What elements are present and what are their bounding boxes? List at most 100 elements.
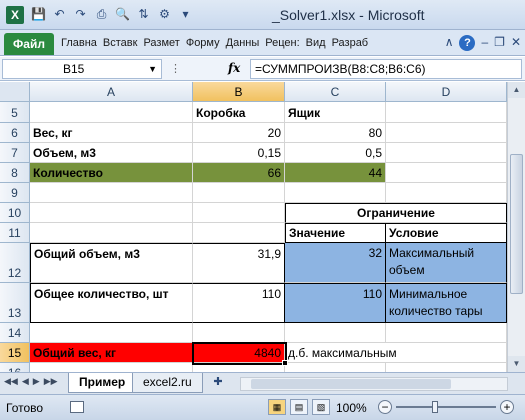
cell-b16[interactable]: [193, 363, 285, 372]
cell-c10-merged[interactable]: Ограничение: [285, 203, 507, 223]
cell-a5[interactable]: [30, 102, 193, 123]
page-break-view-icon[interactable]: ▧: [312, 399, 330, 415]
cell-b12[interactable]: 31,9: [193, 243, 285, 283]
cell-d8[interactable]: [386, 163, 507, 183]
insert-sheet-icon[interactable]: ✚: [208, 375, 228, 391]
cell-d5[interactable]: [386, 102, 507, 123]
row-header-7[interactable]: 7: [0, 143, 30, 163]
fill-handle[interactable]: [282, 360, 288, 366]
row-header-12[interactable]: 12: [0, 243, 30, 283]
excel-app-icon[interactable]: X: [6, 6, 24, 24]
print-icon[interactable]: ⎙: [93, 6, 110, 23]
cell-a10[interactable]: [30, 203, 193, 223]
cell-a16[interactable]: [30, 363, 193, 372]
cell-d13[interactable]: Минимальное количество тары: [386, 283, 507, 323]
cell-a6[interactable]: Вес, кг: [30, 123, 193, 143]
tab-home[interactable]: Главна: [58, 37, 100, 49]
save-icon[interactable]: 💾: [30, 6, 47, 23]
row-header-8[interactable]: 8: [0, 163, 30, 183]
row-header-9[interactable]: 9: [0, 183, 30, 203]
zoom-in-icon[interactable]: +: [500, 400, 514, 414]
options-icon[interactable]: ⚙: [156, 6, 173, 23]
name-box[interactable]: B15 ▼: [2, 59, 162, 79]
cell-b10[interactable]: [193, 203, 285, 223]
cell-d14[interactable]: [386, 323, 507, 343]
page-layout-view-icon[interactable]: ▤: [290, 399, 308, 415]
cell-c6[interactable]: 80: [285, 123, 386, 143]
horizontal-scroll-thumb[interactable]: [251, 379, 451, 389]
column-header-b[interactable]: B: [193, 82, 285, 102]
chevron-down-icon[interactable]: ▼: [148, 60, 157, 78]
prev-sheet-icon[interactable]: ◀: [22, 376, 29, 387]
horizontal-scrollbar[interactable]: [240, 377, 508, 391]
qat-dropdown-icon[interactable]: ▾: [177, 6, 194, 23]
column-header-a[interactable]: A: [30, 82, 193, 102]
cell-c9[interactable]: [285, 183, 386, 203]
cell-b7[interactable]: 0,15: [193, 143, 285, 163]
column-header-c[interactable]: C: [285, 82, 386, 102]
tab-data[interactable]: Данны: [223, 37, 263, 49]
cell-d15[interactable]: [386, 343, 507, 363]
cell-c7[interactable]: 0,5: [285, 143, 386, 163]
cell-b11[interactable]: [193, 223, 285, 243]
minimize-ribbon-icon[interactable]: ∧: [445, 35, 454, 51]
cell-c15[interactable]: д.б. максимальным: [285, 343, 397, 363]
row-header-11[interactable]: 11: [0, 223, 30, 243]
row-header-15[interactable]: 15: [0, 343, 30, 363]
cell-a11[interactable]: [30, 223, 193, 243]
insert-function-icon[interactable]: fx: [228, 61, 240, 75]
window-close-icon[interactable]: ✕: [511, 35, 521, 51]
cell-a8[interactable]: Количество: [30, 163, 193, 183]
sheet-tab-excel2[interactable]: excel2.ru: [132, 373, 203, 393]
cell-c13[interactable]: 110: [285, 283, 386, 323]
zoom-slider-knob[interactable]: [432, 401, 438, 413]
zoom-level[interactable]: 100%: [336, 401, 367, 415]
cell-b13[interactable]: 110: [193, 283, 285, 323]
tab-review[interactable]: Рецен:: [262, 37, 302, 49]
zoom-out-icon[interactable]: −: [378, 400, 392, 414]
help-icon[interactable]: ?: [459, 35, 476, 51]
tab-developer[interactable]: Разраб: [329, 37, 372, 49]
cell-b8[interactable]: 66: [193, 163, 285, 183]
scroll-up-icon[interactable]: ▲: [508, 82, 525, 98]
cell-b9[interactable]: [193, 183, 285, 203]
normal-view-icon[interactable]: ▦: [268, 399, 286, 415]
cell-d16[interactable]: [386, 363, 507, 372]
cell-d11[interactable]: Условие: [386, 223, 507, 243]
tab-file[interactable]: Файл: [4, 33, 54, 55]
cell-c8[interactable]: 44: [285, 163, 386, 183]
scroll-down-icon[interactable]: ▼: [508, 356, 525, 372]
undo-icon[interactable]: ↶: [51, 6, 68, 23]
cell-a14[interactable]: [30, 323, 193, 343]
row-header-6[interactable]: 6: [0, 123, 30, 143]
row-header-10[interactable]: 10: [0, 203, 30, 223]
last-sheet-icon[interactable]: ▶▶: [44, 376, 58, 387]
row-header-5[interactable]: 5: [0, 102, 30, 123]
worksheet-grid[interactable]: A B C D 5 6 7 8 9 10 11 12 13 14 15 16 К…: [0, 82, 507, 372]
vertical-scroll-thumb[interactable]: [510, 154, 523, 294]
select-all-corner[interactable]: [0, 82, 30, 102]
cell-b14[interactable]: [193, 323, 285, 343]
cell-d7[interactable]: [386, 143, 507, 163]
next-sheet-icon[interactable]: ▶: [33, 376, 40, 387]
zoom-slider[interactable]: [396, 406, 496, 408]
tab-insert[interactable]: Вставк: [100, 37, 141, 49]
cell-a15[interactable]: Общий вес, кг: [30, 343, 193, 363]
cell-c12[interactable]: 32: [285, 243, 386, 283]
cell-c14[interactable]: [285, 323, 386, 343]
window-minimize-icon[interactable]: –: [481, 35, 488, 51]
cell-b5[interactable]: Коробка: [193, 102, 285, 123]
sort-icon[interactable]: ⇅: [135, 6, 152, 23]
cell-b6[interactable]: 20: [193, 123, 285, 143]
cell-a7[interactable]: Объем, м3: [30, 143, 193, 163]
row-header-13[interactable]: 13: [0, 283, 30, 323]
cell-b15[interactable]: 4840: [193, 343, 285, 363]
row-header-16[interactable]: 16: [0, 363, 30, 372]
sheet-tab-primer[interactable]: Пример: [68, 373, 137, 393]
cell-d9[interactable]: [386, 183, 507, 203]
tab-formulas[interactable]: Форму: [183, 37, 223, 49]
cell-c11[interactable]: Значение: [285, 223, 386, 243]
formula-input[interactable]: =СУММПРОИЗВ(B8:C8;B6:C6): [250, 59, 522, 79]
vertical-scrollbar[interactable]: ▲ ▼: [507, 82, 525, 372]
first-sheet-icon[interactable]: ◀◀: [4, 376, 18, 387]
